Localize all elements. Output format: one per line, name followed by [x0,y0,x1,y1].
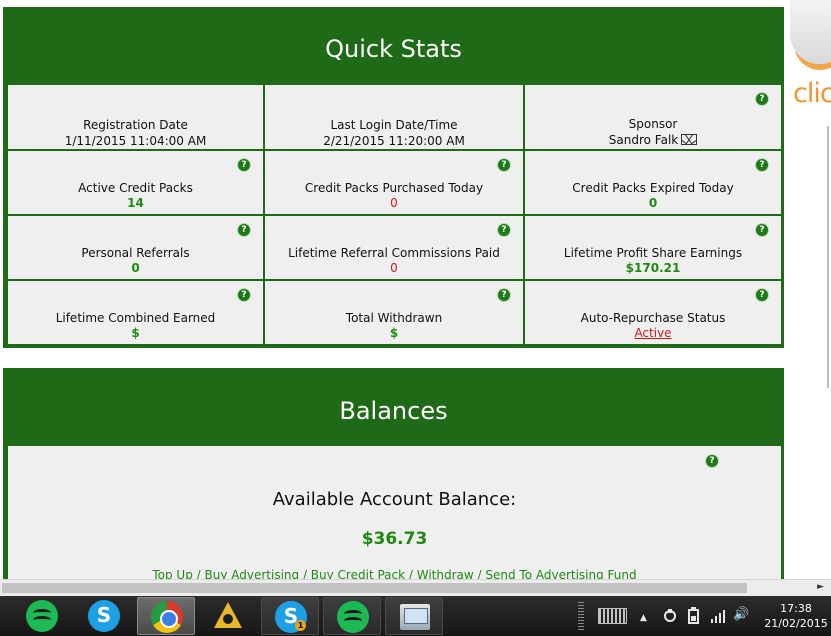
sponsor-name: Sandro Falk [608,133,679,147]
logo-text: clic [793,78,831,109]
stat-credit-packs-purchased-today: ? Credit Packs Purchased Today 0 [265,151,523,214]
taskbar: S S 1 ▲ 🔊 17:38 21/02/2015 [0,596,831,636]
stat-label: Lifetime Combined Earned [55,311,216,325]
stat-value: 2/21/2015 11:20:00 AM [323,134,465,148]
stat-label: Registration Date [83,118,188,132]
stat-label: Sponsor [628,117,678,131]
site-logo[interactable]: clic [788,0,831,120]
taskbar-app-spotify-2[interactable] [323,597,381,635]
stat-value: $ [389,326,399,340]
stat-value: 0 [131,261,140,275]
help-icon[interactable]: ? [237,223,251,237]
stat-label: Active Credit Packs [78,181,193,195]
stat-value: 0 [390,196,398,210]
help-icon[interactable]: ? [237,158,251,172]
stat-label: Personal Referrals [81,246,190,260]
battery-icon[interactable] [686,607,702,625]
stat-registration-date: Registration Date 1/11/2015 11:04:00 AM [8,85,263,149]
balances-panel: Balances ? Available Account Balance: $3… [3,368,784,606]
quick-stats-grid: Registration Date 1/11/2015 11:04:00 AM … [8,85,781,344]
stat-auto-repurchase: ? Auto-Repurchase Status Active [525,281,781,344]
taskbar-app-triangle[interactable] [199,597,257,635]
chrome-icon [151,601,183,633]
stat-label: Auto-Repurchase Status [580,311,726,325]
horizontal-scrollbar[interactable]: ► [0,579,831,596]
available-balance-amount: $36.73 [361,529,428,549]
help-icon[interactable]: ? [497,158,511,172]
stat-credit-packs-expired-today: ? Credit Packs Expired Today 0 [525,151,781,214]
available-balance-label: Available Account Balance: [272,489,517,510]
stat-value: 14 [127,196,144,210]
stat-lifetime-profit-share: ? Lifetime Profit Share Earnings $170.21 [525,216,781,279]
stat-value: $170.21 [625,261,681,275]
clock-time: 17:38 [780,602,812,615]
auto-repurchase-link[interactable]: Active [525,326,781,340]
stat-label: Total Withdrawn [345,311,443,325]
stat-active-credit-packs: ? Active Credit Packs 14 [8,151,263,214]
stat-personal-referrals: ? Personal Referrals 0 [8,216,263,279]
volume-icon[interactable]: 🔊 [733,607,749,623]
taskbar-grip[interactable] [578,602,584,630]
taskbar-app-chrome[interactable] [137,597,195,635]
stat-value: 0 [648,196,658,210]
browser-viewport: clic Quick Stats Registration Date 1/11/… [0,0,831,636]
stat-last-login: Last Login Date/Time 2/21/2015 11:20:00 … [265,85,523,149]
quick-stats-panel: Quick Stats Registration Date 1/11/2015 … [3,7,784,348]
help-icon[interactable]: ? [497,288,511,302]
help-icon[interactable]: ? [755,288,769,302]
stat-label: Last Login Date/Time [330,118,458,132]
spotify-icon [337,601,369,633]
help-icon[interactable]: ? [755,223,769,237]
quick-stats-title: Quick Stats [325,35,462,63]
mail-icon[interactable] [681,134,698,145]
stat-label: Lifetime Referral Commissions Paid [288,246,500,260]
stat-label: Credit Packs Expired Today [572,181,734,195]
taskbar-app-skype[interactable]: S [75,597,133,635]
taskbar-app-skype-2[interactable]: S 1 [261,597,319,635]
sync-icon[interactable] [662,608,678,624]
scroll-right-arrow-icon[interactable]: ► [817,582,824,592]
logo-graphic [790,0,831,64]
stat-lifetime-referral-commissions: ? Lifetime Referral Commissions Paid 0 [265,216,523,279]
clock-date: 21/02/2015 [764,617,828,630]
help-icon[interactable]: ? [237,288,251,302]
stat-label: Lifetime Profit Share Earnings [563,246,743,260]
help-icon[interactable]: ? [497,223,511,237]
stat-total-withdrawn: ? Total Withdrawn $ [265,281,523,344]
scrollbar-thumb[interactable] [2,583,747,593]
stat-value: $ [131,326,140,340]
skype-icon: S [88,600,120,632]
help-icon[interactable]: ? [755,92,769,106]
triangle-app-icon [212,600,244,632]
keyboard-icon[interactable] [598,608,627,624]
spotify-icon [26,600,58,632]
show-hidden-icons-icon[interactable]: ▲ [640,610,647,626]
help-icon[interactable]: ? [705,454,719,468]
signal-icon[interactable] [710,608,726,624]
stat-value: 1/11/2015 11:04:00 AM [64,134,207,148]
taskbar-app-monitor[interactable] [385,597,443,635]
stat-value: 0 [390,261,398,275]
taskbar-app-spotify[interactable] [13,597,71,635]
system-clock[interactable]: 17:38 21/02/2015 [764,601,828,631]
sponsor-value: Sandro Falk [525,133,781,147]
balances-title: Balances [339,397,448,425]
monitor-app-icon [400,604,430,630]
notification-badge: 1 [295,620,306,631]
page-scrollbar-track[interactable] [827,126,829,388]
stat-sponsor: ? Sponsor Sandro Falk [525,85,781,149]
stat-lifetime-combined-earned: ? Lifetime Combined Earned $ [8,281,263,344]
help-icon[interactable]: ? [755,158,769,172]
stat-label: Credit Packs Purchased Today [304,181,484,195]
